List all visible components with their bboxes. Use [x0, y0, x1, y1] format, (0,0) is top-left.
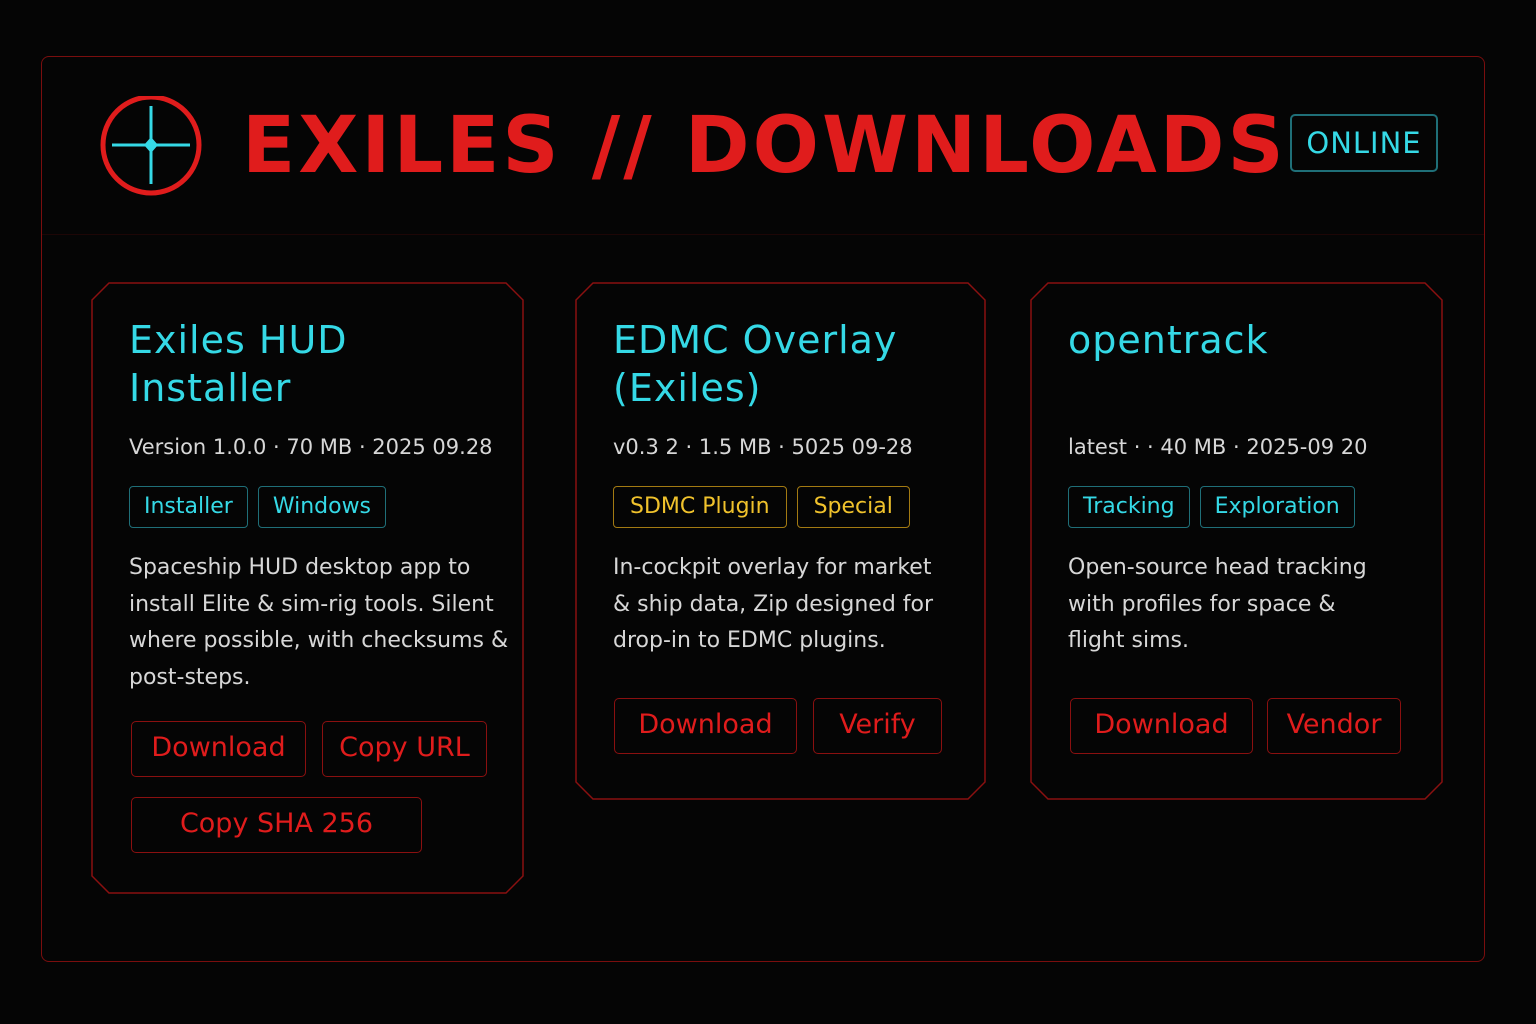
- card-title-line1: Exiles HUD: [129, 318, 348, 362]
- card-title: Exiles HUD Installer: [129, 316, 489, 412]
- header-divider: [42, 234, 1484, 235]
- card-title: opentrack: [1068, 316, 1428, 364]
- crosshair-icon: [100, 96, 202, 196]
- tag-list: Tracking Exploration: [1068, 486, 1355, 528]
- tag-exploration: Exploration: [1199, 486, 1355, 528]
- card-meta: Version 1.0.0 · 70 MB · 2025 09.28: [129, 435, 493, 459]
- card-meta: v0.3 2 · 1.5 MB · 5025 09-28: [613, 435, 913, 459]
- card-title: EDMC Overlay (Exiles): [613, 316, 973, 412]
- card-meta: latest · · 40 MB · 2025-09 20: [1068, 435, 1368, 459]
- tag-special: Special: [796, 486, 910, 528]
- download-button[interactable]: Download: [131, 721, 306, 777]
- card-title-line2: Installer: [129, 366, 292, 410]
- page-title: EXILES // DOWNLOADS: [242, 101, 1287, 191]
- tag-windows: Windows: [257, 486, 387, 528]
- card-description: Open-source head tracking with profiles …: [1068, 555, 1367, 653]
- download-button[interactable]: Download: [1070, 698, 1253, 754]
- tag-list: SDMC Plugin Special: [613, 486, 910, 528]
- card-title-line1: opentrack: [1068, 318, 1269, 362]
- tag-sdmc-plugin: SDMC Plugin: [613, 486, 787, 528]
- card-description: In-cockpit overlay for market & ship dat…: [613, 555, 934, 653]
- card-exiles-hud-installer: Exiles HUD Installer Version 1.0.0 · 70 …: [91, 282, 524, 894]
- card-description: Spaceship HUD desktop app to install Eli…: [129, 555, 509, 690]
- page-header: EXILES // DOWNLOADS ONLINE: [100, 96, 1440, 196]
- card-edmc-overlay: EDMC Overlay (Exiles) v0.3 2 · 1.5 MB · …: [575, 282, 986, 800]
- tag-tracking: Tracking: [1068, 486, 1190, 528]
- tag-list: Installer Windows: [129, 486, 387, 528]
- card-opentrack: opentrack latest · · 40 MB · 2025-09 20 …: [1030, 282, 1443, 800]
- card-title-line1: EDMC Overlay: [613, 318, 898, 362]
- download-button[interactable]: Download: [614, 698, 797, 754]
- copy-url-button[interactable]: Copy URL: [322, 721, 487, 777]
- vendor-button[interactable]: Vendor: [1267, 698, 1401, 754]
- verify-button[interactable]: Verify: [813, 698, 942, 754]
- card-title-line2: (Exiles): [613, 366, 762, 410]
- tag-installer: Installer: [129, 486, 248, 528]
- status-badge: ONLINE: [1290, 114, 1438, 172]
- copy-sha256-button[interactable]: Copy SHA 256: [131, 797, 422, 853]
